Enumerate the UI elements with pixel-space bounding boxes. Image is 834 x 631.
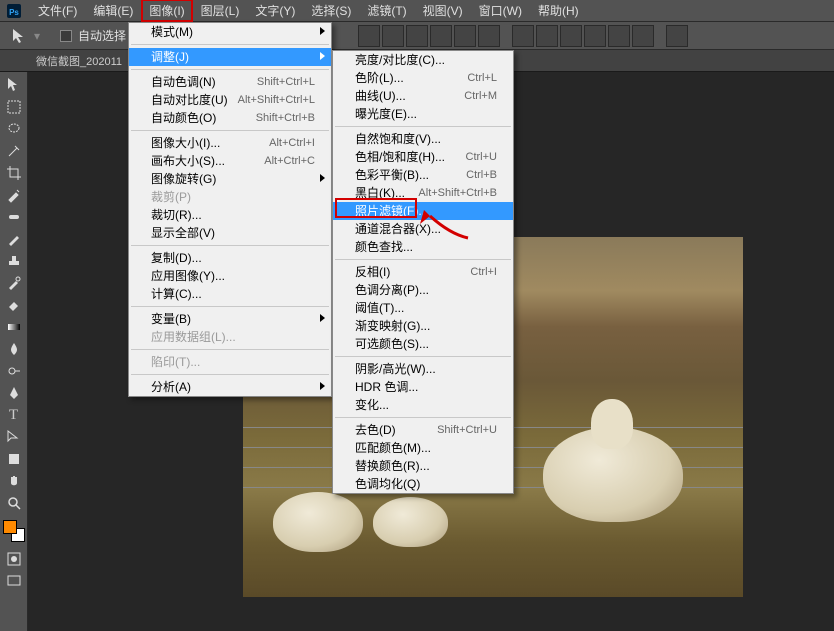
menu-item[interactable]: 颜色查找...: [333, 238, 513, 256]
menu-item[interactable]: 计算(C)...: [129, 285, 331, 303]
type-tool[interactable]: T: [2, 404, 26, 426]
menu-item[interactable]: 自动色调(N)Shift+Ctrl+L: [129, 73, 331, 91]
path-tool[interactable]: [2, 426, 26, 448]
menu-item[interactable]: 阴影/高光(W)...: [333, 360, 513, 378]
menu-item[interactable]: 模式(M): [129, 23, 331, 41]
align-button[interactable]: [406, 25, 428, 47]
menu-item[interactable]: 色阶(L)...Ctrl+L: [333, 69, 513, 87]
align-button[interactable]: [478, 25, 500, 47]
menu-item[interactable]: 自动颜色(O)Shift+Ctrl+B: [129, 109, 331, 127]
options-bar: ▾ 自动选择：: [0, 22, 834, 50]
menu-item[interactable]: 通道混合器(X)...: [333, 220, 513, 238]
menu-item: 裁剪(P): [129, 188, 331, 206]
menu-item: 陷印(T)...: [129, 353, 331, 371]
blur-tool[interactable]: [2, 338, 26, 360]
distribute-button[interactable]: [560, 25, 582, 47]
distribute-button[interactable]: [512, 25, 534, 47]
dodge-tool[interactable]: [2, 360, 26, 382]
menu-item[interactable]: 图像旋转(G): [129, 170, 331, 188]
history-brush-tool[interactable]: [2, 272, 26, 294]
eyedropper-tool[interactable]: [2, 184, 26, 206]
menu-item[interactable]: 裁切(R)...: [129, 206, 331, 224]
menu-item[interactable]: 替换颜色(R)...: [333, 457, 513, 475]
svg-text:Ps: Ps: [9, 8, 19, 17]
menu-窗口[interactable]: 窗口(W): [471, 0, 530, 22]
shape-tool[interactable]: [2, 448, 26, 470]
distribute-button[interactable]: [584, 25, 606, 47]
menu-item[interactable]: HDR 色调...: [333, 378, 513, 396]
distribute-button[interactable]: [608, 25, 630, 47]
menu-item[interactable]: 自动对比度(U)Alt+Shift+Ctrl+L: [129, 91, 331, 109]
menu-item[interactable]: 分析(A): [129, 378, 331, 396]
align-buttons-group: [358, 25, 688, 47]
distribute-button[interactable]: [632, 25, 654, 47]
move-tool[interactable]: [2, 74, 26, 96]
menu-item[interactable]: 画布大小(S)...Alt+Ctrl+C: [129, 152, 331, 170]
adjustments-submenu: 亮度/对比度(C)...色阶(L)...Ctrl+L曲线(U)...Ctrl+M…: [332, 50, 514, 494]
pen-tool[interactable]: [2, 382, 26, 404]
menu-item[interactable]: 色彩平衡(B)...Ctrl+B: [333, 166, 513, 184]
menu-item[interactable]: 复制(D)...: [129, 249, 331, 267]
menu-item[interactable]: 匹配颜色(M)...: [333, 439, 513, 457]
menu-item[interactable]: 曝光度(E)...: [333, 105, 513, 123]
stamp-tool[interactable]: [2, 250, 26, 272]
menu-item[interactable]: 阈值(T)...: [333, 299, 513, 317]
color-swatch[interactable]: [3, 520, 25, 542]
move-tool-icon: [10, 27, 28, 45]
menu-帮助[interactable]: 帮助(H): [530, 0, 587, 22]
lasso-tool[interactable]: [2, 118, 26, 140]
menu-item: 应用数据组(L)...: [129, 328, 331, 346]
tools-panel: T: [0, 72, 28, 631]
zoom-tool[interactable]: [2, 492, 26, 514]
wand-tool[interactable]: [2, 140, 26, 162]
align-button[interactable]: [382, 25, 404, 47]
menu-item[interactable]: 黑白(K)...Alt+Shift+Ctrl+B: [333, 184, 513, 202]
menu-文字[interactable]: 文字(Y): [247, 0, 303, 22]
align-button[interactable]: [430, 25, 452, 47]
menu-item[interactable]: 反相(I)Ctrl+I: [333, 263, 513, 281]
hand-tool[interactable]: [2, 470, 26, 492]
marquee-tool[interactable]: [2, 96, 26, 118]
menu-文件[interactable]: 文件(F): [30, 0, 85, 22]
distribute-button[interactable]: [536, 25, 558, 47]
menu-item[interactable]: 调整(J): [129, 48, 331, 66]
align-button[interactable]: [358, 25, 380, 47]
menu-item[interactable]: 色调均化(Q): [333, 475, 513, 493]
heal-tool[interactable]: [2, 206, 26, 228]
menu-图层[interactable]: 图层(L): [193, 0, 248, 22]
gradient-tool[interactable]: [2, 316, 26, 338]
arrange-button[interactable]: [666, 25, 688, 47]
menu-item[interactable]: 亮度/对比度(C)...: [333, 51, 513, 69]
menu-滤镜[interactable]: 滤镜(T): [359, 0, 414, 22]
image-menu: 模式(M) 调整(J) 自动色调(N)Shift+Ctrl+L自动对比度(U)Alt…: [128, 22, 332, 397]
menu-item[interactable]: 变量(B): [129, 310, 331, 328]
app-logo-icon: Ps: [6, 3, 22, 19]
menu-item[interactable]: 图像大小(I)...Alt+Ctrl+I: [129, 134, 331, 152]
auto-select-checkbox[interactable]: [60, 30, 72, 42]
quickmask-tool[interactable]: [2, 548, 26, 570]
menu-编辑[interactable]: 编辑(E): [85, 0, 141, 22]
brush-tool[interactable]: [2, 228, 26, 250]
document-tab[interactable]: 微信截图_202011: [36, 53, 122, 69]
menu-item[interactable]: 变化...: [333, 396, 513, 414]
screenmode-tool[interactable]: [2, 570, 26, 592]
eraser-tool[interactable]: [2, 294, 26, 316]
menu-item[interactable]: 可选颜色(S)...: [333, 335, 513, 353]
align-button[interactable]: [454, 25, 476, 47]
menu-item[interactable]: 应用图像(Y)...: [129, 267, 331, 285]
menu-图像[interactable]: 图像(I): [141, 0, 192, 22]
crop-tool[interactable]: [2, 162, 26, 184]
menu-item[interactable]: 自然饱和度(V)...: [333, 130, 513, 148]
menu-选择[interactable]: 选择(S): [303, 0, 359, 22]
menu-item[interactable]: 渐变映射(G)...: [333, 317, 513, 335]
menu-item[interactable]: 去色(D)Shift+Ctrl+U: [333, 421, 513, 439]
menu-item[interactable]: 显示全部(V): [129, 224, 331, 242]
menu-视图[interactable]: 视图(V): [415, 0, 471, 22]
menu-item[interactable]: 色调分离(P)...: [333, 281, 513, 299]
menubar: Ps 文件(F)编辑(E)图像(I)图层(L)文字(Y)选择(S)滤镜(T)视图…: [0, 0, 834, 22]
menu-item[interactable]: 色相/饱和度(H)...Ctrl+U: [333, 148, 513, 166]
menu-item[interactable]: 曲线(U)...Ctrl+M: [333, 87, 513, 105]
menu-item[interactable]: 照片滤镜(F)...: [333, 202, 513, 220]
